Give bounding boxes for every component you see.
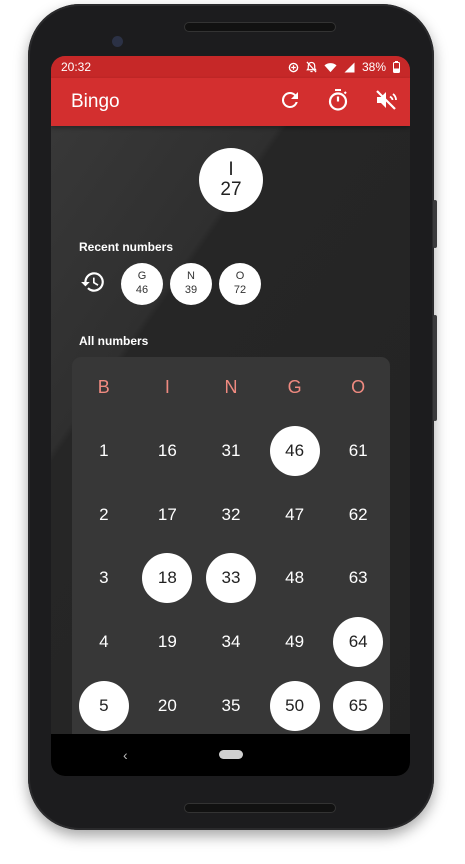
column-header-o: O xyxy=(351,376,366,397)
status-time: 20:32 xyxy=(61,60,92,74)
back-icon[interactable]: ‹ xyxy=(123,747,128,763)
history-button[interactable] xyxy=(77,268,109,300)
board-number: 63 xyxy=(348,568,368,587)
board-number: 34 xyxy=(221,632,241,651)
board-number: 35 xyxy=(221,696,241,715)
app-bar: Bingo xyxy=(51,78,410,126)
column-header-g: G xyxy=(287,376,302,397)
top-speaker xyxy=(185,23,335,31)
recent-numbers-label: Recent numbers xyxy=(79,240,174,254)
current-number-ball: I 27 xyxy=(199,148,263,212)
board-number: 65 xyxy=(333,681,384,731)
power-button xyxy=(433,200,437,248)
recent-ball-number: 72 xyxy=(233,284,247,296)
timer-icon xyxy=(326,88,350,117)
current-letter: I xyxy=(228,159,234,181)
board-number: 1 xyxy=(99,441,109,460)
board-row: 4 19 34 49 64 xyxy=(72,617,390,667)
recent-ball-number: 46 xyxy=(135,284,149,296)
volume-button xyxy=(433,315,437,421)
recent-ball-letter: N xyxy=(187,270,195,283)
board-number: 3 xyxy=(99,568,109,587)
board-number: 50 xyxy=(269,681,320,731)
bottom-speaker xyxy=(185,804,335,812)
status-bar: 20:32 38% xyxy=(51,56,410,78)
home-pill[interactable] xyxy=(219,750,243,759)
board-number: 33 xyxy=(205,553,256,603)
column-header-n: N xyxy=(224,376,238,397)
board-number: 64 xyxy=(333,617,384,667)
board-number: 20 xyxy=(157,696,177,715)
board-number: 31 xyxy=(221,441,241,460)
recent-ball: N 39 xyxy=(170,263,212,305)
navigation-bar: ‹ xyxy=(51,734,410,776)
board-number: 16 xyxy=(157,441,177,460)
board-number: 46 xyxy=(269,426,320,476)
board-row: 1 16 31 46 61 xyxy=(72,426,390,476)
signal-icon xyxy=(344,62,355,73)
board-number: 18 xyxy=(142,553,193,603)
battery-icon xyxy=(393,61,400,73)
board-number: 62 xyxy=(348,505,368,524)
board-number: 32 xyxy=(221,505,241,524)
bingo-board: B I N G O 1 16 31 46 61 2 17 32 47 62 3 … xyxy=(72,357,390,776)
mute-button[interactable] xyxy=(362,78,410,126)
current-number: 27 xyxy=(220,179,242,200)
column-header-i: I xyxy=(164,376,170,397)
board-number: 48 xyxy=(285,568,305,587)
board-row: 5 20 35 50 65 xyxy=(72,681,390,731)
board-header: B I N G O xyxy=(72,375,390,399)
refresh-icon xyxy=(278,88,302,117)
timer-button[interactable] xyxy=(314,78,362,126)
board-number: 49 xyxy=(285,632,305,651)
board-number: 47 xyxy=(285,505,305,524)
board-number: 2 xyxy=(99,505,109,524)
refresh-button[interactable] xyxy=(266,78,314,126)
column-header-b: B xyxy=(97,376,110,397)
wifi-icon xyxy=(324,62,337,73)
recent-ball-number: 39 xyxy=(184,284,198,296)
board-number: 61 xyxy=(348,441,368,460)
notifications-off-icon xyxy=(306,61,317,73)
recent-ball: O 72 xyxy=(219,263,261,305)
all-numbers-label: All numbers xyxy=(79,334,149,348)
app-actions xyxy=(266,78,410,126)
app-title: Bingo xyxy=(71,91,120,112)
volume-off-icon xyxy=(374,88,398,117)
screen: 20:32 38% Bingo I 27 Recent numbers G 46… xyxy=(51,56,410,776)
board-number: 4 xyxy=(99,632,109,651)
status-icons: 38% xyxy=(288,60,400,74)
recent-ball-letter: O xyxy=(235,270,245,283)
recent-ball-letter: G xyxy=(137,270,147,283)
board-number: 5 xyxy=(78,681,129,731)
recent-ball: G 46 xyxy=(121,263,163,305)
board-row: 3 18 33 48 63 xyxy=(72,553,390,603)
data-saver-icon xyxy=(288,62,299,73)
front-camera xyxy=(112,36,123,47)
board-row: 2 17 32 47 62 xyxy=(72,490,390,540)
recent-numbers: G 46 N 39 O 72 xyxy=(77,263,268,305)
board-number: 19 xyxy=(157,632,177,651)
battery-percent: 38% xyxy=(361,60,386,74)
board-number: 17 xyxy=(157,505,177,524)
history-icon xyxy=(80,269,106,300)
